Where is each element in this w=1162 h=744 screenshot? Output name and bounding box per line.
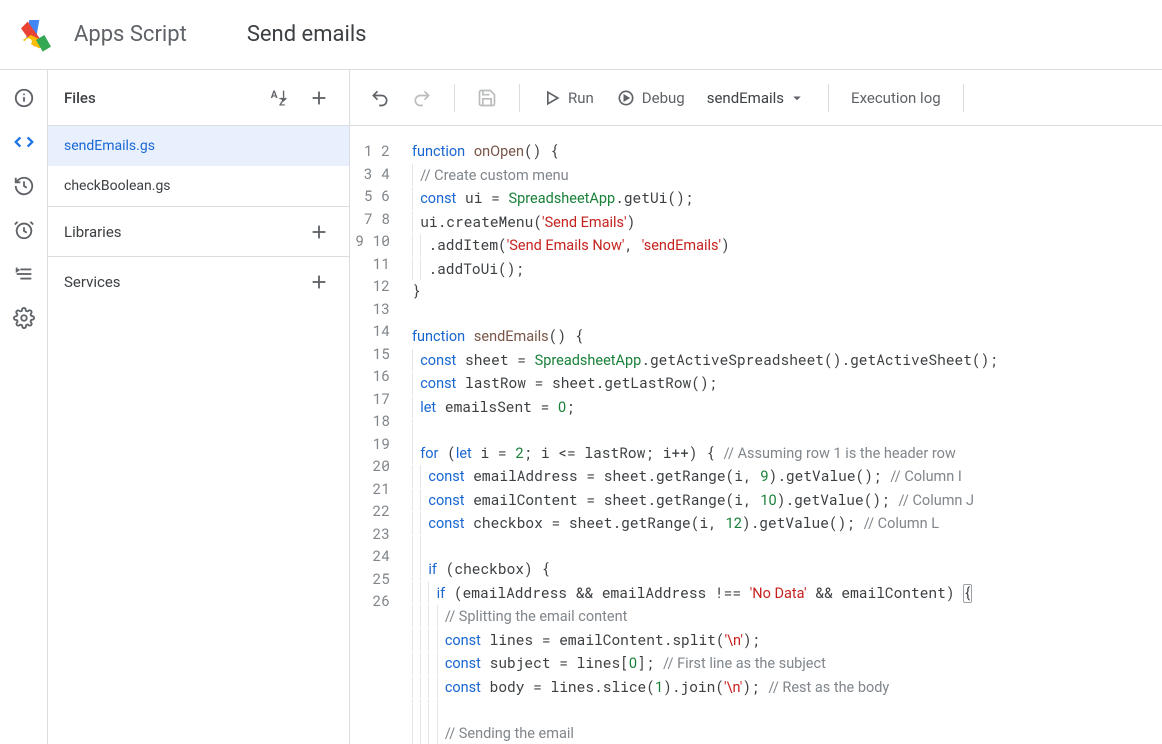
undo-button[interactable] bbox=[362, 80, 398, 116]
save-button[interactable] bbox=[469, 80, 505, 116]
add-file-button[interactable] bbox=[301, 80, 337, 116]
rail-editor[interactable] bbox=[4, 122, 44, 162]
section-row: Libraries bbox=[48, 206, 349, 256]
logo-wrap: Apps Script bbox=[16, 15, 187, 55]
code-content[interactable]: function onOpen() { // Create custom men… bbox=[400, 126, 1162, 744]
section-label: Services bbox=[64, 273, 121, 291]
divider bbox=[454, 84, 455, 112]
code-icon bbox=[13, 131, 35, 153]
debug-icon bbox=[616, 88, 636, 108]
app-header: Apps Script Send emails bbox=[0, 0, 1162, 70]
file-item[interactable]: checkBoolean.gs bbox=[48, 166, 349, 206]
list-icon bbox=[13, 263, 35, 285]
apps-script-logo-icon bbox=[16, 15, 56, 55]
rail-history[interactable] bbox=[4, 166, 44, 206]
project-name[interactable]: Send emails bbox=[247, 22, 367, 47]
plus-icon bbox=[308, 87, 330, 109]
add-services-button[interactable] bbox=[301, 264, 337, 300]
files-title: Files bbox=[64, 89, 96, 107]
editor-toolbar: Run Debug sendEmails Execution log bbox=[350, 70, 1162, 126]
section-row: Services bbox=[48, 256, 349, 306]
alarm-icon bbox=[13, 219, 35, 241]
svg-text:A: A bbox=[271, 90, 278, 101]
section-label: Libraries bbox=[64, 223, 122, 241]
sort-files-button[interactable]: AZ bbox=[261, 80, 297, 116]
history-icon bbox=[13, 175, 35, 197]
rail-executions[interactable] bbox=[4, 254, 44, 294]
line-gutter: 1 2 3 4 5 6 7 8 9 10 11 12 13 14 15 16 1… bbox=[350, 126, 400, 744]
editor-area: Run Debug sendEmails Execution log 1 2 3… bbox=[350, 70, 1162, 744]
rail-settings[interactable] bbox=[4, 298, 44, 338]
gear-icon bbox=[13, 307, 35, 329]
sort-az-icon: AZ bbox=[268, 87, 290, 109]
undo-icon bbox=[370, 88, 390, 108]
save-icon bbox=[477, 88, 497, 108]
files-panel: Files AZ sendEmails.gscheckBoolean.gs Li… bbox=[48, 70, 350, 744]
plus-icon bbox=[308, 271, 330, 293]
rail-triggers[interactable] bbox=[4, 210, 44, 250]
add-libraries-button[interactable] bbox=[301, 214, 337, 250]
divider bbox=[828, 84, 829, 112]
divider bbox=[519, 84, 520, 112]
function-select[interactable]: sendEmails bbox=[699, 89, 814, 107]
divider bbox=[963, 84, 964, 112]
app-title: Apps Script bbox=[74, 22, 187, 47]
code-editor[interactable]: 1 2 3 4 5 6 7 8 9 10 11 12 13 14 15 16 1… bbox=[350, 126, 1162, 744]
execution-log-button[interactable]: Execution log bbox=[843, 80, 949, 116]
plus-icon bbox=[308, 221, 330, 243]
file-item[interactable]: sendEmails.gs bbox=[48, 126, 349, 166]
rail-overview[interactable] bbox=[4, 78, 44, 118]
files-header: Files AZ bbox=[48, 70, 349, 126]
redo-button[interactable] bbox=[404, 80, 440, 116]
redo-icon bbox=[412, 88, 432, 108]
play-icon bbox=[542, 88, 562, 108]
info-icon bbox=[13, 87, 35, 109]
chevron-down-icon bbox=[788, 89, 806, 107]
left-rail bbox=[0, 70, 48, 744]
file-list: sendEmails.gscheckBoolean.gs bbox=[48, 126, 349, 206]
run-button[interactable]: Run bbox=[534, 80, 602, 116]
debug-button[interactable]: Debug bbox=[608, 80, 693, 116]
main: Files AZ sendEmails.gscheckBoolean.gs Li… bbox=[0, 70, 1162, 744]
